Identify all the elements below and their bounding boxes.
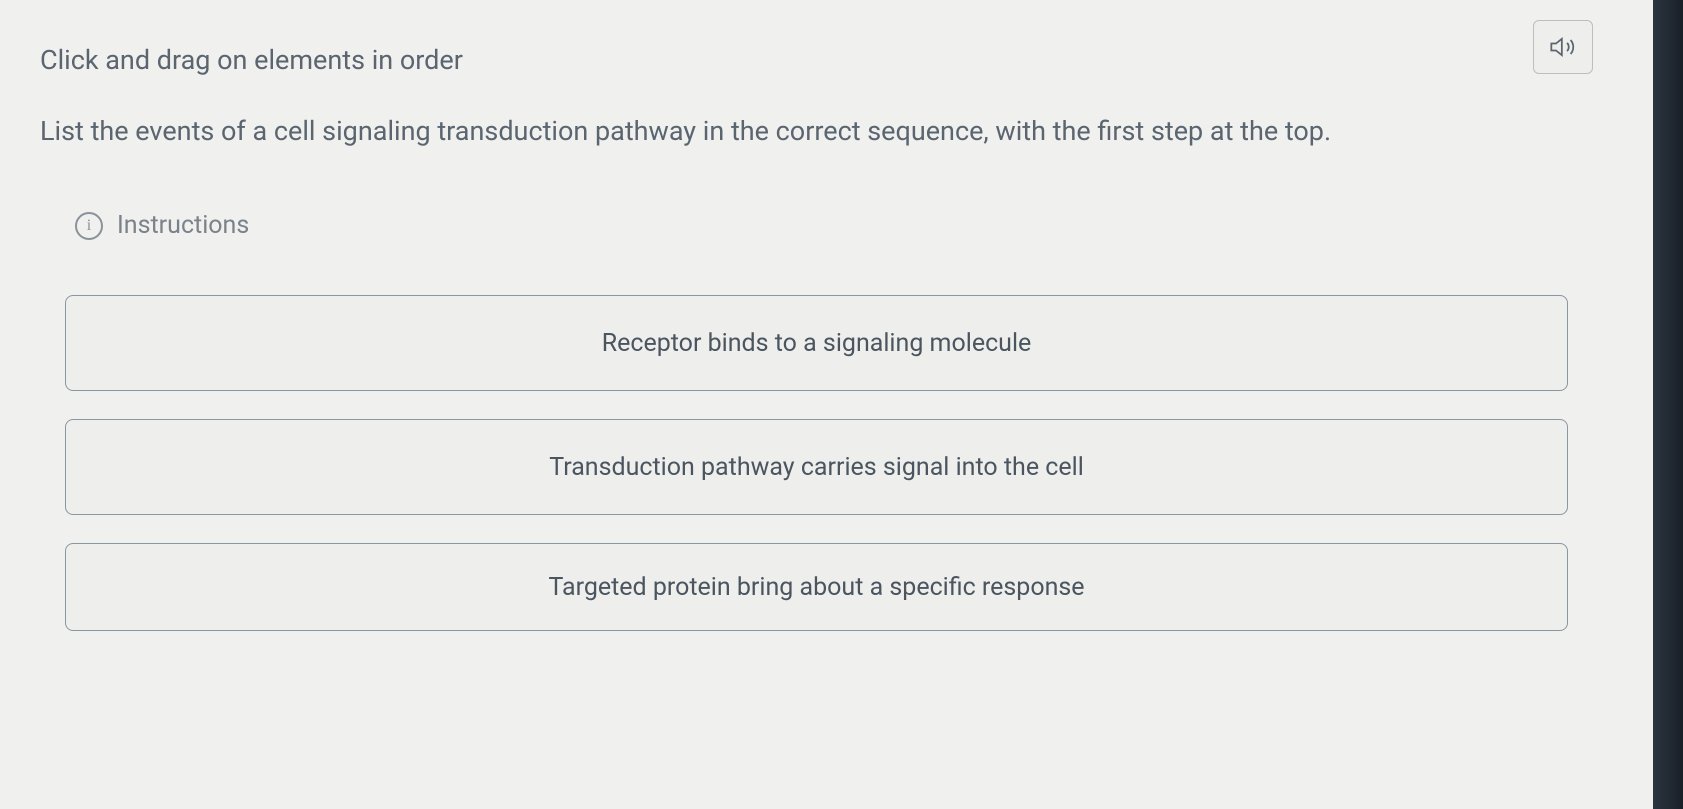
drag-item-text: Targeted protein bring about a specific … — [548, 573, 1084, 602]
drag-item[interactable]: Transduction pathway carries signal into… — [65, 419, 1568, 515]
speaker-icon — [1549, 33, 1577, 61]
drag-item-text: Transduction pathway carries signal into… — [549, 453, 1084, 482]
main-content: Click and drag on elements in order List… — [0, 0, 1653, 631]
drag-item[interactable]: Receptor binds to a signaling molecule — [65, 295, 1568, 391]
info-icon: i — [75, 212, 103, 240]
instructions-link[interactable]: i Instructions — [75, 211, 1593, 240]
drag-items-container: Receptor binds to a signaling molecule T… — [40, 295, 1593, 631]
audio-button[interactable] — [1533, 20, 1593, 74]
right-edge-border — [1653, 0, 1683, 809]
header-texts: Click and drag on elements in order — [40, 40, 463, 111]
drag-item[interactable]: Targeted protein bring about a specific … — [65, 543, 1568, 631]
drag-instruction-text: Click and drag on elements in order — [40, 40, 463, 81]
drag-item-text: Receptor binds to a signaling molecule — [602, 329, 1032, 358]
question-text: List the events of a cell signaling tran… — [40, 111, 1520, 152]
header-row: Click and drag on elements in order — [40, 40, 1593, 111]
instructions-label: Instructions — [117, 211, 249, 240]
